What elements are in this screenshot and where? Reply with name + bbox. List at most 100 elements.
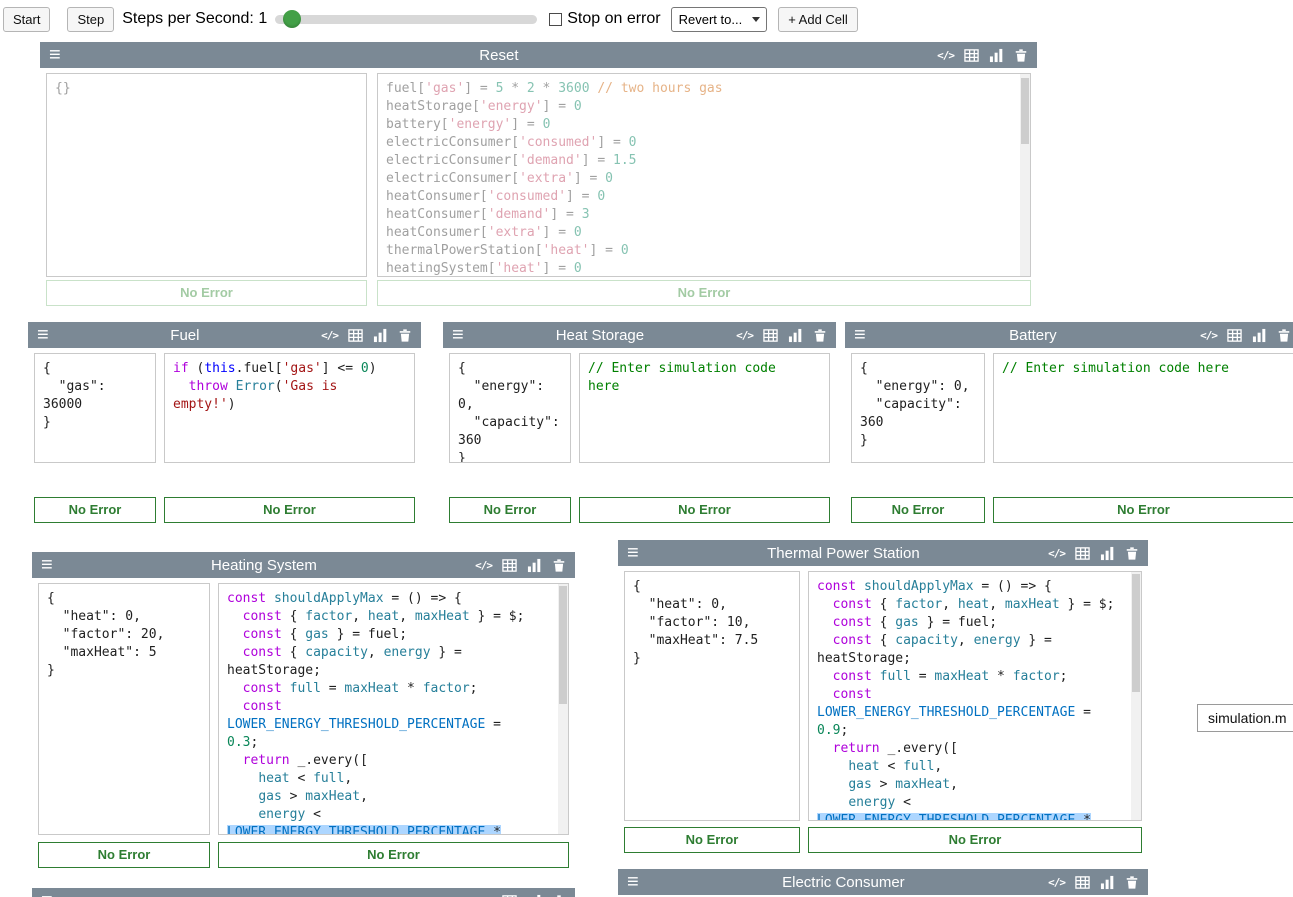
code-token: 0	[605, 171, 613, 186]
code-token: const	[833, 687, 872, 702]
code-pane[interactable]: // Enter simulation code here	[993, 353, 1293, 463]
state-pane[interactable]: { "gas": 36000 }	[34, 353, 156, 463]
state-pane[interactable]: { "heat": 0, "factor": 10, "maxHeat": 7.…	[624, 571, 800, 821]
delete-cell-icon[interactable]	[1125, 875, 1139, 890]
table-view-icon[interactable]	[1227, 328, 1242, 343]
scrollbar[interactable]	[1020, 74, 1030, 276]
drag-handle-icon[interactable]: ≡	[452, 325, 464, 345]
chart-view-icon[interactable]	[527, 894, 542, 897]
delete-cell-icon[interactable]	[1277, 328, 1291, 343]
drag-handle-icon[interactable]: ≡	[41, 555, 53, 575]
scrollbar[interactable]	[1131, 572, 1141, 820]
delete-cell-icon[interactable]	[552, 558, 566, 573]
code-token: ,	[950, 777, 958, 792]
scrollbar-thumb[interactable]	[559, 586, 567, 704]
code-token: heat	[848, 759, 879, 774]
drag-handle-icon[interactable]: ≡	[37, 325, 49, 345]
code-token: energy	[848, 795, 895, 810]
code-token: ,	[399, 609, 415, 624]
state-pane[interactable]: { "energy": 0, "capacity": 360 }	[851, 353, 985, 463]
code-view-icon[interactable]: </>	[475, 558, 492, 573]
cell-heating-system: ≡Heating System</> { "heat": 0, "factor":…	[32, 552, 575, 874]
drag-handle-icon[interactable]: ≡	[627, 872, 639, 892]
step-button[interactable]: Step	[67, 7, 114, 32]
table-view-icon[interactable]	[1075, 875, 1090, 890]
code-view-icon[interactable]: </>	[1048, 546, 1065, 561]
table-view-icon[interactable]	[348, 328, 363, 343]
code-token: gas	[305, 627, 328, 642]
drag-handle-icon[interactable]: ≡	[49, 45, 61, 65]
code-pane[interactable]: // Enter simulation codehere	[579, 353, 830, 463]
code-token: capacity	[305, 645, 368, 660]
table-view-icon[interactable]	[763, 328, 778, 343]
scrollbar[interactable]	[558, 584, 568, 834]
delete-cell-icon[interactable]	[398, 328, 412, 343]
code-line: heatStorage['energy'] = 0	[386, 98, 1010, 116]
code-token: const	[243, 645, 282, 660]
delete-cell-icon[interactable]	[1014, 48, 1028, 63]
revert-to-select[interactable]: Revert to...	[671, 7, 768, 32]
slider-track[interactable]	[275, 15, 537, 24]
code-view-icon[interactable]: </>	[475, 894, 492, 897]
add-cell-button[interactable]: + Add Cell	[778, 7, 858, 32]
code-token: ] =	[574, 171, 605, 186]
delete-cell-icon[interactable]	[813, 328, 827, 343]
code-line: here	[588, 378, 821, 396]
state-pane[interactable]: { "heat": 0, "factor": 20, "maxHeat": 5 …	[38, 583, 210, 835]
code-token: LOWER_ENERGY_THRESHOLD_PERCENTAGE	[817, 705, 1075, 720]
table-view-icon[interactable]	[502, 558, 517, 573]
code-view-icon[interactable]: </>	[937, 48, 954, 63]
code-token: ] =	[543, 99, 574, 114]
steps-per-second-slider[interactable]	[275, 9, 537, 29]
code-token: battery[	[386, 117, 449, 132]
drag-handle-icon[interactable]: ≡	[41, 891, 53, 897]
code-view-icon[interactable]: </>	[1048, 875, 1065, 890]
slider-thumb[interactable]	[283, 10, 301, 28]
delete-cell-icon[interactable]	[552, 894, 566, 897]
code-line: LOWER_ENERGY_THRESHOLD_PERCENTAGE *	[227, 824, 548, 835]
chart-view-icon[interactable]	[1252, 328, 1267, 343]
code-token: } = $;	[1060, 597, 1115, 612]
start-button[interactable]: Start	[3, 7, 50, 32]
chart-view-icon[interactable]	[1100, 875, 1115, 890]
drag-handle-icon[interactable]: ≡	[627, 543, 639, 563]
chart-view-icon[interactable]	[989, 48, 1004, 63]
table-view-icon[interactable]	[964, 48, 979, 63]
code-view-icon[interactable]: </>	[1200, 328, 1217, 343]
code-token: 3	[582, 207, 590, 222]
chart-view-icon[interactable]	[373, 328, 388, 343]
code-token: 'consumed'	[488, 189, 566, 204]
chart-view-icon[interactable]	[1100, 546, 1115, 561]
code-token: heatingSystem[	[386, 261, 496, 276]
state-pane[interactable]: { "energy": 0, "capacity": 360 }	[449, 353, 571, 463]
code-pane[interactable]: const shouldApplyMax = () => { const { f…	[218, 583, 569, 835]
code-pane[interactable]: fuel['gas'] = 5 * 2 * 3600 // two hours …	[377, 73, 1031, 277]
code-line: LOWER_ENERGY_THRESHOLD_PERCENTAGE =	[817, 704, 1121, 722]
code-pane[interactable]: if (this.fuel['gas'] <= 0) throw Error('…	[164, 353, 415, 463]
chart-view-icon[interactable]	[527, 558, 542, 573]
stop-on-error-checkbox[interactable]	[549, 13, 562, 26]
table-view-icon[interactable]	[502, 894, 517, 897]
code-token: full	[290, 681, 321, 696]
code-token: gas	[258, 789, 281, 804]
drag-handle-icon[interactable]: ≡	[854, 325, 866, 345]
code-token: {	[282, 627, 305, 642]
code-pane[interactable]: const shouldApplyMax = () => { const { f…	[808, 571, 1142, 821]
delete-cell-icon[interactable]	[1125, 546, 1139, 561]
cell-title: Heating System	[53, 557, 475, 574]
code-view-icon[interactable]: </>	[321, 328, 338, 343]
cell-body: { "heat": 0, "factor": 10, "maxHeat": 7.…	[618, 566, 1148, 821]
code-view-icon[interactable]: </>	[736, 328, 753, 343]
table-view-icon[interactable]	[1075, 546, 1090, 561]
scrollbar-thumb[interactable]	[1132, 574, 1140, 692]
chart-view-icon[interactable]	[788, 328, 803, 343]
code-token: maxHeat	[1005, 597, 1060, 612]
cell-header: ≡Heat Storage</>	[443, 322, 836, 348]
state-pane[interactable]: {}	[46, 73, 367, 277]
code-token: ] =	[582, 153, 613, 168]
code-token: =	[485, 717, 501, 732]
code-token: 'gas'	[283, 361, 322, 376]
scrollbar-thumb[interactable]	[1021, 78, 1029, 144]
code-token	[173, 379, 189, 394]
code-token: this	[204, 361, 235, 376]
